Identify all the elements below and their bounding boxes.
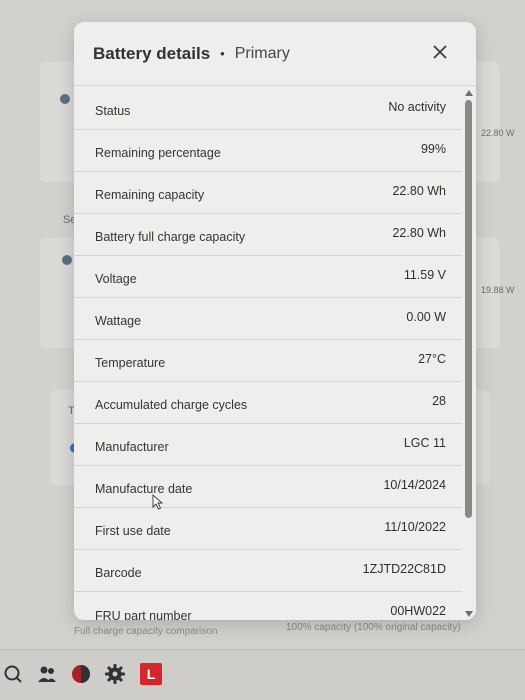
row-status: Status No activity [74, 88, 462, 130]
row-voltage: Voltage 11.59 V [74, 256, 462, 298]
scroll-down-arrow-icon[interactable] [465, 611, 473, 617]
close-button[interactable] [430, 42, 450, 62]
row-label: FRU part number [95, 609, 192, 620]
row-value: 11/10/2022 [384, 520, 446, 534]
row-label: Voltage [95, 272, 137, 286]
row-fru-part-number: FRU part number 00HW022 [74, 592, 462, 620]
people-icon[interactable] [36, 663, 58, 685]
row-manufacturer: Manufacturer LGC 11 [74, 424, 462, 466]
settings-gear-icon[interactable] [104, 663, 126, 685]
row-value: 22.80 Wh [392, 184, 446, 198]
row-value: 22.80 Wh [392, 226, 446, 240]
bg-value-19: 19.88 W [481, 285, 515, 295]
row-label: Remaining capacity [95, 188, 205, 202]
search-icon[interactable] [2, 663, 24, 685]
row-value: 11.59 V [403, 268, 446, 282]
row-value: 99% [420, 142, 446, 156]
row-value: No activity [388, 100, 446, 114]
row-label: Temperature [95, 356, 166, 370]
bg-toggle-dot-1 [60, 94, 70, 104]
row-remaining-capacity: Remaining capacity 22.80 Wh [74, 172, 462, 214]
scroll-up-arrow-icon[interactable] [465, 90, 473, 96]
row-charge-cycles: Accumulated charge cycles 28 [74, 382, 462, 424]
bg-value-22: 22.80 W [481, 128, 515, 138]
red-app-icon[interactable] [70, 663, 92, 685]
row-label: First use date [95, 524, 171, 538]
row-label: Manufacture date [95, 482, 193, 496]
details-list: Status No activity Remaining percentage … [74, 88, 462, 620]
mouse-pointer-icon [152, 494, 164, 510]
dialog-header: Battery details • Primary [74, 22, 476, 86]
bg-footer-right: 100% capacity (100% original capacity) [286, 622, 461, 633]
row-label: Accumulated charge cycles [95, 398, 248, 412]
row-value: 1ZJTD22C81D [362, 562, 446, 576]
row-value: 28 [432, 394, 446, 408]
close-icon [433, 45, 447, 59]
row-temperature: Temperature 27°C [74, 340, 462, 382]
row-first-use-date: First use date 11/10/2022 [74, 508, 462, 550]
scrollbar[interactable] [464, 88, 474, 620]
row-value: 27°C [418, 352, 446, 366]
lenovo-vantage-letter: L [146, 666, 156, 682]
taskbar: L [0, 649, 525, 700]
row-value: LGC 11 [403, 436, 446, 450]
row-value: 00HW022 [390, 604, 446, 618]
dialog-subtitle: Primary [234, 44, 290, 62]
row-value: 0.00 W [406, 310, 446, 324]
title-separator: • [220, 46, 225, 61]
row-label: Manufacturer [95, 440, 169, 454]
bg-footer-left: Full charge capacity comparison [74, 626, 218, 637]
lenovo-vantage-icon[interactable]: L [140, 663, 162, 685]
row-manufacture-date: Manufacture date 10/14/2024 [74, 466, 462, 508]
row-remaining-percentage: Remaining percentage 99% [74, 130, 462, 172]
row-value: 10/14/2024 [383, 478, 446, 492]
row-label: Barcode [95, 566, 142, 580]
bg-toggle-dot-2 [62, 255, 72, 265]
dialog-title: Battery details [93, 43, 211, 63]
battery-details-dialog: Battery details • Primary Status No acti… [74, 22, 476, 620]
row-label: Battery full charge capacity [95, 230, 246, 244]
row-label: Remaining percentage [95, 146, 221, 160]
row-barcode: Barcode 1ZJTD22C81D [74, 550, 462, 592]
row-full-charge-capacity: Battery full charge capacity 22.80 Wh [74, 214, 462, 256]
scrollbar-thumb[interactable] [465, 100, 472, 518]
row-label: Status [95, 104, 131, 118]
row-label: Wattage [95, 314, 142, 328]
row-wattage: Wattage 0.00 W [74, 298, 462, 340]
